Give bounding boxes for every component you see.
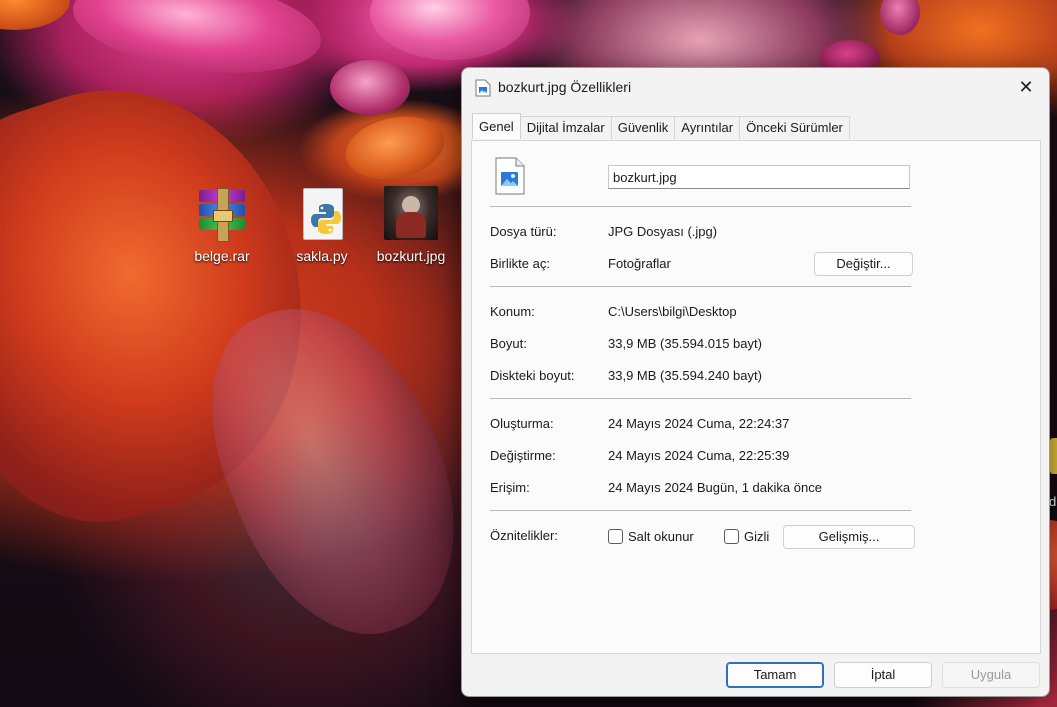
open-with-label: Birlikte aç: [490,256,550,271]
readonly-checkbox[interactable]: Salt okunur [608,529,694,544]
location-value: C:\Users\bilgi\Desktop [608,304,737,319]
close-icon: ✕ [1018,76,1034,97]
cancel-button[interactable]: İptal [834,662,932,688]
hidden-checkbox[interactable]: Gizli [724,529,769,544]
winrar-archive-icon [193,186,251,244]
tab-guvenlik[interactable]: Güvenlik [610,116,676,139]
filename-input[interactable] [608,165,910,189]
desktop-icon-label: bozkurt.jpg [376,248,446,264]
image-file-icon [475,79,491,100]
accessed-label: Erişim: [490,480,530,495]
wallpaper-blob [330,60,410,115]
readonly-label: Salt okunur [628,529,694,544]
apply-button[interactable]: Uygula [942,662,1040,688]
desktop-icon-sakla-py[interactable]: sakla.py [282,186,362,264]
properties-dialog: bozkurt.jpg Özellikleri ✕ Genel Dijital … [461,67,1050,697]
created-value: 24 Mayıs 2024 Cuma, 22:24:37 [608,416,790,431]
file-type-label: Dosya türü: [490,224,557,239]
hidden-label: Gizli [744,529,770,544]
desktop-icon-bozkurt-jpg[interactable]: bozkurt.jpg [371,186,451,264]
wallpaper-blob [880,0,920,35]
general-tab-panel: Dosya türü: JPG Dosyası (.jpg) Birlikte … [471,140,1041,654]
image-file-icon [495,157,525,198]
disk-size-value: 33,9 MB (35.594.240 bayt) [608,368,762,383]
tab-ayrintilar[interactable]: Ayrıntılar [674,116,741,139]
partial-desktop-icon[interactable] [1050,438,1057,474]
checkbox-box[interactable] [608,529,623,544]
attributes-label: Öznitelikler: [490,528,558,543]
ok-button[interactable]: Tamam [726,662,824,688]
desktop-icon-label: sakla.py [296,248,348,264]
wallpaper-blob [66,0,328,87]
size-value: 33,9 MB (35.594.015 bayt) [608,336,762,351]
wallpaper-blob [339,108,451,188]
size-label: Boyut: [490,336,527,351]
tab-genel[interactable]: Genel [472,113,521,139]
modified-label: Değiştirme: [490,448,556,463]
created-label: Oluşturma: [490,416,554,431]
separator [490,398,911,399]
separator [490,286,911,287]
image-thumbnail-icon [382,186,440,244]
change-button[interactable]: Değiştir... [814,252,913,276]
tab-dijital-imzalar[interactable]: Dijital İmzalar [519,116,612,139]
disk-size-label: Diskteki boyut: [490,368,575,383]
dialog-title: bozkurt.jpg Özellikleri [498,79,632,95]
accessed-value: 24 Mayıs 2024 Bugün, 1 dakika önce [608,480,822,495]
wallpaper-blob [370,0,530,60]
advanced-button[interactable]: Gelişmiş... [783,525,915,549]
separator [490,206,911,207]
separator [490,510,911,511]
desktop-icon-label: belge.rar [194,248,250,264]
close-button[interactable]: ✕ [1003,68,1049,106]
tab-onceki-surumler[interactable]: Önceki Sürümler [739,116,850,139]
partial-desktop-icon-label: d [1049,494,1057,509]
wallpaper-blob [0,0,70,30]
python-file-icon [293,186,351,244]
title-bar[interactable]: bozkurt.jpg Özellikleri ✕ [462,68,1049,108]
checkbox-box[interactable] [724,529,739,544]
location-label: Konum: [490,304,535,319]
modified-value: 24 Mayıs 2024 Cuma, 22:25:39 [608,448,790,463]
tab-strip: Genel Dijital İmzalar Güvenlik Ayrıntıla… [472,113,850,140]
file-type-value: JPG Dosyası (.jpg) [608,224,718,239]
open-with-value: Fotoğraflar [608,256,671,271]
desktop-icon-belge-rar[interactable]: belge.rar [182,186,262,264]
